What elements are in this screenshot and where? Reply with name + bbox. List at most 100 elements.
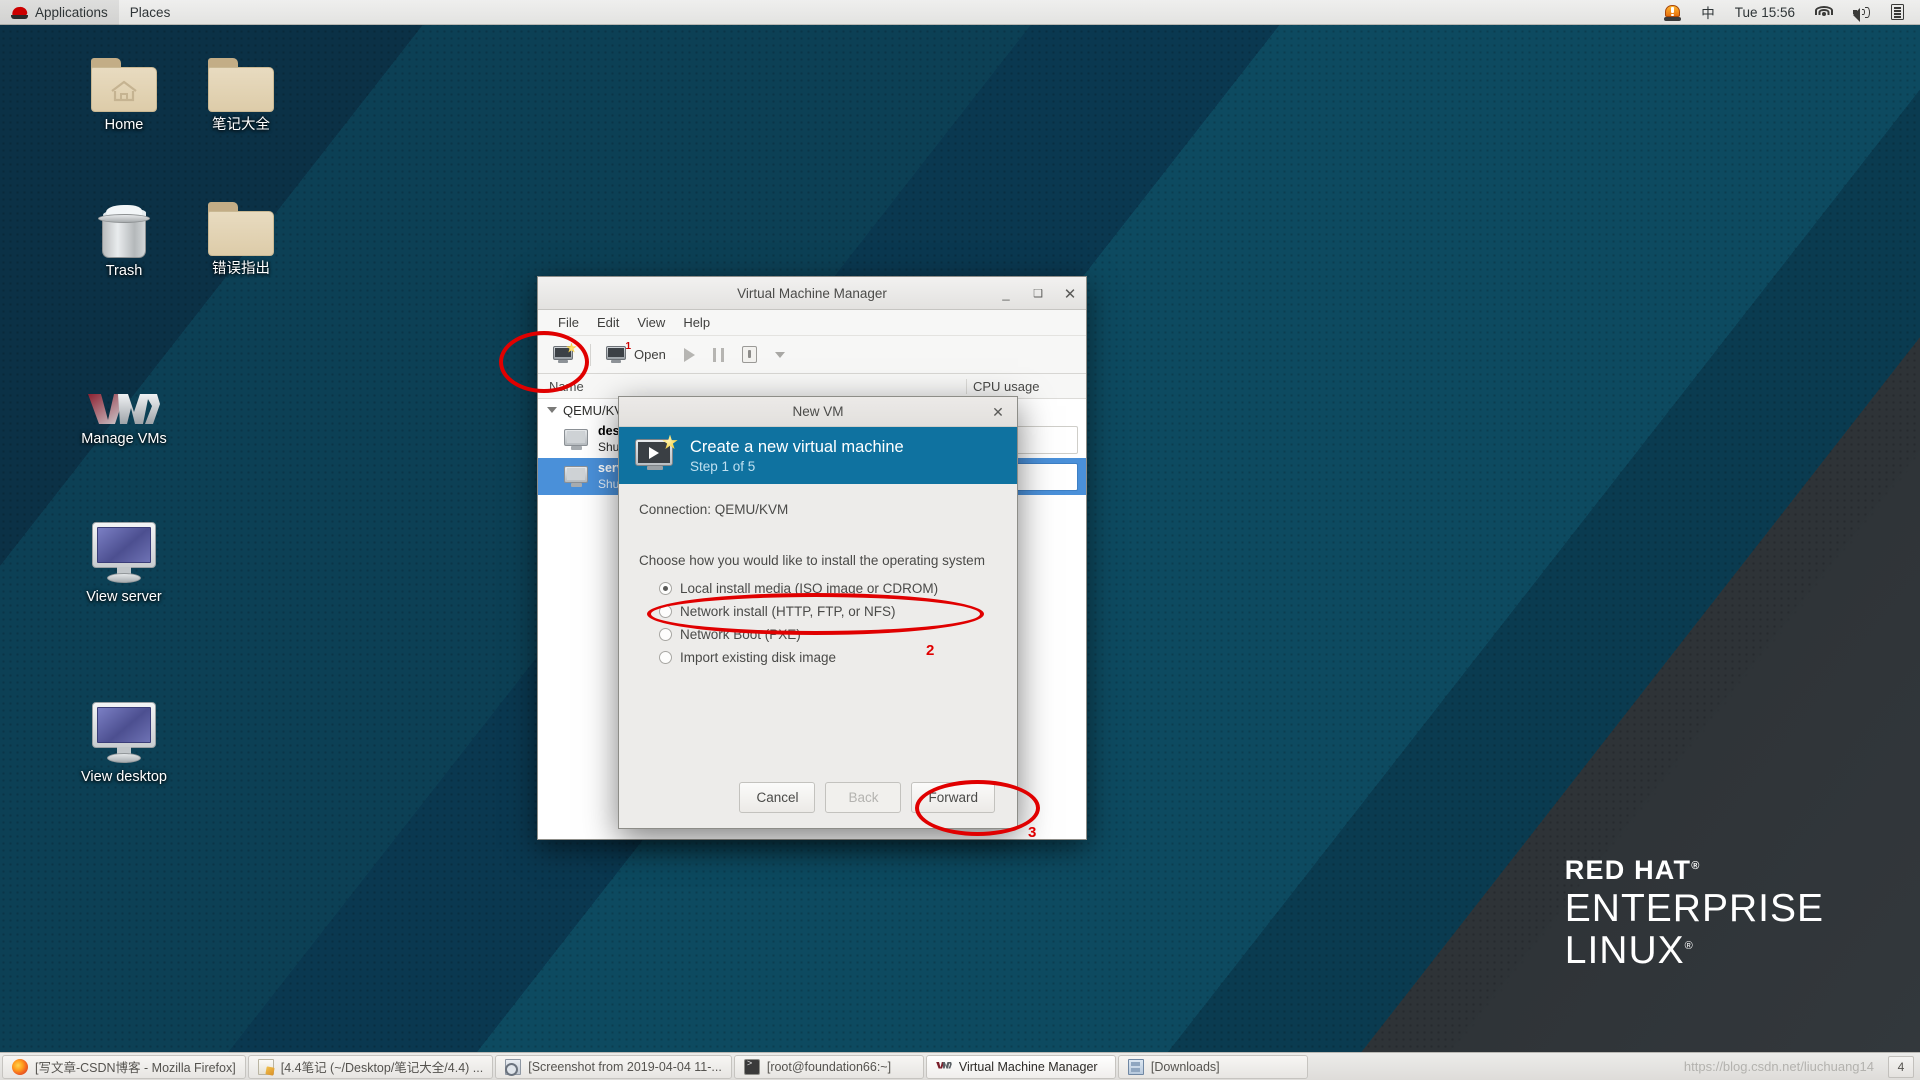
home-glyph-icon xyxy=(111,80,137,102)
run-toolbar-button[interactable] xyxy=(676,339,703,371)
new-vm-header-title: Create a new virtual machine xyxy=(690,437,904,456)
desktop-icon-notes[interactable]: 笔记大全 xyxy=(175,58,307,134)
brand-line3: LINUX xyxy=(1564,929,1685,972)
new-vm-icon xyxy=(553,342,577,364)
taskbar-item-text-editor[interactable]: [4.4笔记 (~/Desktop/笔记大全/4.4) ... xyxy=(247,1054,494,1079)
radio-button-icon[interactable] xyxy=(659,605,672,618)
desktop-icon-label: Trash xyxy=(105,263,143,279)
vm-monitor-icon xyxy=(564,428,590,451)
watermark-text: https://blog.csdn.net/liuchuang14 xyxy=(1683,1059,1874,1074)
taskbar-item-screenshot[interactable]: [Screenshot from 2019-04-04 11-... xyxy=(495,1054,732,1079)
menu-view[interactable]: View xyxy=(628,310,674,336)
menu-help[interactable]: Help xyxy=(674,310,719,336)
desktop-icon-label: Manage VMs xyxy=(81,431,167,447)
clock[interactable]: Tue 15:56 xyxy=(1725,0,1805,25)
back-button[interactable]: Back xyxy=(825,781,902,813)
places-menu-label: Places xyxy=(129,4,171,20)
radio-button-icon[interactable] xyxy=(659,582,672,595)
close-icon-label: ✕ xyxy=(992,403,1004,420)
applications-menu[interactable]: Applications xyxy=(0,0,119,25)
open-vm-icon: 1 xyxy=(606,341,631,364)
radio-label: Local install media (ISO image or CDROM) xyxy=(680,581,939,596)
monitor-icon xyxy=(89,702,159,764)
cancel-button[interactable]: Cancel xyxy=(739,781,816,813)
forward-button[interactable]: Forward xyxy=(911,781,995,813)
new-vm-dialog-body: Connection: QEMU/KVM Choose how you woul… xyxy=(619,484,1017,766)
column-header-cpu[interactable]: CPU usage xyxy=(966,378,1086,394)
brand-line2: ENTERPRISE xyxy=(1564,887,1824,930)
menu-file-label: File xyxy=(558,315,579,330)
column-header-name[interactable]: Name xyxy=(538,379,966,394)
radio-button-icon[interactable] xyxy=(659,651,672,664)
network-tray-button[interactable] xyxy=(1805,0,1843,25)
brand-line1: RED HAT xyxy=(1564,855,1692,885)
taskbar-item-virtual-machine-manager[interactable]: Virtual Machine Manager xyxy=(925,1054,1116,1079)
brand-reg: ® xyxy=(1691,860,1701,872)
taskbar-item-label: [写文章-CSDN博客 - Mozilla Firefox] xyxy=(35,1061,236,1075)
vmm-titlebar[interactable]: Virtual Machine Manager _ ❑ ✕ xyxy=(538,277,1086,310)
connection-label: Connection: QEMU/KVM xyxy=(639,502,789,517)
new-vm-toolbar-button[interactable] xyxy=(545,339,583,371)
open-toolbar-button[interactable]: 1 Open xyxy=(598,339,674,371)
redhat-logo-icon xyxy=(11,5,28,20)
import-existing-disk-radio[interactable]: Import existing disk image xyxy=(639,646,997,669)
menu-view-label: View xyxy=(637,315,666,330)
alert-siren-icon xyxy=(1664,4,1682,21)
new-vm-dialog: New VM ✕ Create a new virtual machine St… xyxy=(618,396,1018,829)
close-icon[interactable]: ✕ xyxy=(989,403,1007,421)
close-button[interactable]: ✕ xyxy=(1060,284,1080,304)
input-method-indicator[interactable]: 中 xyxy=(1691,0,1725,25)
desktop-icon-view-server[interactable]: View server xyxy=(58,522,190,606)
new-vm-dialog-header: Create a new virtual machine Step 1 of 5 xyxy=(619,427,1017,484)
choose-install-label: Choose how you would like to install the… xyxy=(639,553,985,568)
battery-tray-button[interactable] xyxy=(1881,0,1914,25)
shutdown-toolbar-button[interactable] xyxy=(734,339,765,371)
workspace-indicator[interactable]: 4 xyxy=(1888,1055,1914,1078)
minimize-button[interactable]: _ xyxy=(996,284,1016,304)
desktop-icon-label: Home xyxy=(104,117,144,133)
desktop-icon-manage-vms[interactable]: Manage VMs xyxy=(58,390,190,448)
text-editor-icon xyxy=(257,1058,274,1075)
folder-icon xyxy=(208,202,274,256)
radio-label: Network install (HTTP, FTP, or NFS) xyxy=(680,604,896,619)
places-menu[interactable]: Places xyxy=(119,0,182,25)
vm-monitor-icon xyxy=(564,465,590,488)
expander-triangle-icon[interactable] xyxy=(547,407,557,413)
desktop-icon-errors[interactable]: 错误指出 xyxy=(175,202,307,278)
new-vm-dialog-titlebar[interactable]: New VM ✕ xyxy=(619,397,1017,427)
input-method-label: 中 xyxy=(1701,6,1715,21)
vmm-toolbar: 1 Open xyxy=(538,336,1086,374)
maximize-button[interactable]: ❑ xyxy=(1028,284,1048,304)
radio-label: Network Boot (PXE) xyxy=(680,627,801,642)
clock-label: Tue 15:56 xyxy=(1734,4,1795,20)
taskbar-item-label: [Screenshot from 2019-04-04 11-... xyxy=(528,1059,722,1074)
toolbar-dropdown-button[interactable] xyxy=(767,339,793,371)
pause-toolbar-button[interactable] xyxy=(705,339,732,371)
radio-button-icon[interactable] xyxy=(659,628,672,641)
rhel-branding: RED HAT® ENTERPRISE LINUX® xyxy=(1564,855,1824,972)
menu-file[interactable]: File xyxy=(549,310,588,336)
system-tray: 中 Tue 15:56 xyxy=(1654,0,1920,25)
desktop-icon-home[interactable]: Home xyxy=(58,58,190,134)
alert-siren-tray-button[interactable] xyxy=(1654,0,1691,25)
local-install-media-radio[interactable]: Local install media (ISO image or CDROM) xyxy=(639,577,997,600)
vmm-menubar: File Edit View Help xyxy=(538,310,1086,336)
menu-edit[interactable]: Edit xyxy=(588,310,628,336)
network-boot-pxe-radio[interactable]: Network Boot (PXE) xyxy=(639,623,997,646)
brand-reg2: ® xyxy=(1684,940,1694,952)
menu-help-label: Help xyxy=(683,315,711,330)
radio-label: Import existing disk image xyxy=(680,650,837,665)
desktop-icon-trash[interactable]: Trash xyxy=(58,202,190,280)
taskbar-item-downloads[interactable]: [Downloads] xyxy=(1117,1054,1308,1079)
volume-icon xyxy=(1853,5,1871,22)
new-vm-dialog-title: New VM xyxy=(792,404,844,419)
battery-icon xyxy=(1891,4,1904,20)
toolbar-separator xyxy=(590,343,591,366)
taskbar-item-terminal[interactable]: [root@foundation66:~] xyxy=(733,1054,924,1079)
menu-edit-label: Edit xyxy=(596,315,620,330)
volume-tray-button[interactable] xyxy=(1843,0,1881,25)
taskbar-item-firefox[interactable]: [写文章-CSDN博客 - Mozilla Firefox] xyxy=(2,1054,246,1079)
vm-logo-icon xyxy=(88,394,160,424)
network-install-radio[interactable]: Network install (HTTP, FTP, or NFS) xyxy=(639,600,997,623)
desktop-icon-view-desktop[interactable]: View desktop xyxy=(58,702,190,786)
